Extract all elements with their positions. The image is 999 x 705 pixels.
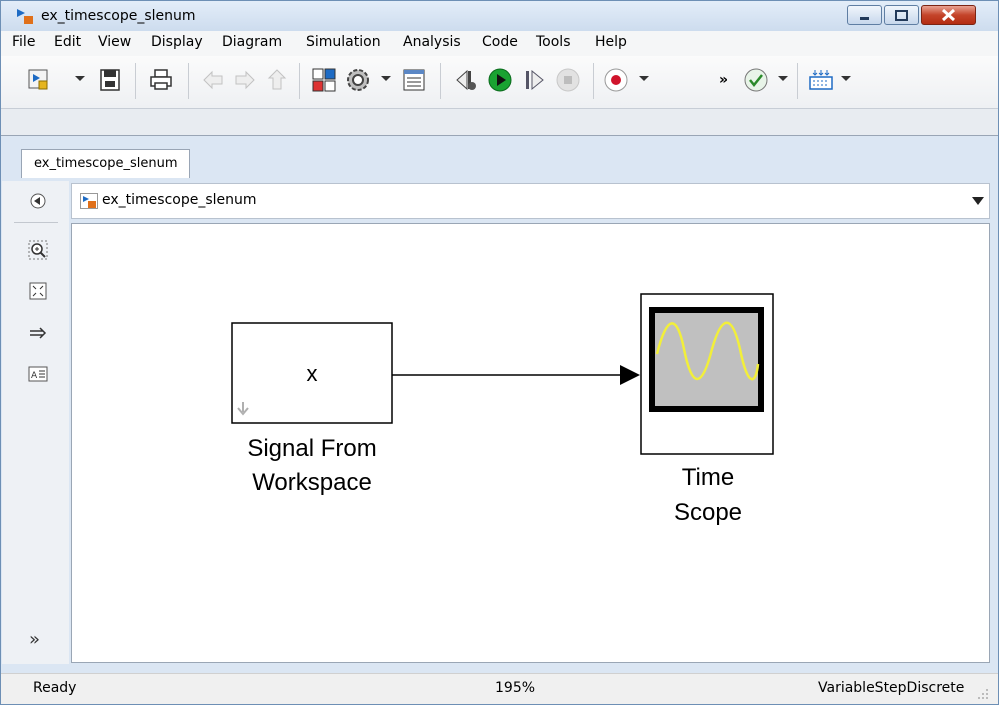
new-model-icon[interactable]	[26, 67, 52, 93]
more-icon[interactable]: »	[719, 72, 728, 88]
settings-gear-icon[interactable]	[345, 67, 371, 93]
svg-text:A: A	[31, 371, 38, 381]
menu-help[interactable]: Help	[595, 34, 627, 50]
menu-edit[interactable]: Edit	[54, 34, 81, 50]
hide-browser-icon[interactable]	[28, 191, 48, 211]
resize-grip-icon[interactable]	[977, 688, 989, 700]
check-dropdown[interactable]	[778, 76, 788, 81]
maximize-button[interactable]	[884, 5, 919, 25]
arrow-icon[interactable]	[28, 323, 48, 343]
menu-file[interactable]: File	[12, 34, 35, 50]
maximize-icon	[895, 10, 908, 21]
record-dropdown[interactable]	[639, 76, 649, 81]
tab-strip	[1, 109, 998, 136]
signal-table-icon[interactable]	[808, 67, 834, 93]
stop-icon[interactable]	[555, 67, 581, 93]
window-title: ex_timescope_slenum	[41, 8, 196, 24]
minimize-icon	[860, 17, 869, 20]
menu-diagram[interactable]: Diagram	[222, 34, 282, 50]
block-label-line2: Scope	[674, 499, 742, 526]
record-icon[interactable]	[603, 67, 629, 93]
run-icon[interactable]	[487, 67, 513, 93]
close-icon	[941, 8, 956, 22]
menu-simulation[interactable]: Simulation	[306, 34, 381, 50]
model-explorer-icon[interactable]	[401, 67, 427, 93]
title-bar: ex_timescope_slenum	[1, 1, 998, 31]
annotation-icon[interactable]: A	[28, 364, 48, 384]
signal-arrowhead	[620, 365, 640, 385]
chevron-down-icon[interactable]	[972, 197, 984, 205]
print-icon[interactable]	[148, 67, 174, 93]
check-icon[interactable]	[743, 67, 769, 93]
close-button[interactable]	[921, 5, 976, 25]
settings-dropdown[interactable]	[381, 76, 391, 81]
block-content: x	[307, 361, 318, 386]
time-scope-block[interactable]	[640, 293, 774, 455]
toolbar-separator	[593, 63, 594, 99]
toolbar-separator	[299, 63, 300, 99]
block-diagram: x Signal From Workspace Time Scope	[231, 293, 774, 526]
side-palette: A »	[2, 181, 69, 664]
new-model-dropdown[interactable]	[75, 76, 85, 81]
expand-icon[interactable]: »	[29, 629, 40, 650]
library-browser-icon[interactable]	[311, 67, 337, 93]
palette-divider	[14, 222, 58, 223]
zoom-level: 195%	[495, 680, 536, 696]
toolbar-separator	[188, 63, 189, 99]
menu-code[interactable]: Code	[482, 34, 518, 50]
signal-from-workspace-block[interactable]: x	[231, 322, 393, 424]
step-forward-icon[interactable]	[521, 67, 547, 93]
tab-model[interactable]: ex_timescope_slenum	[21, 149, 191, 178]
menu-tools[interactable]: Tools	[536, 34, 571, 50]
menu-analysis[interactable]: Analysis	[403, 34, 461, 50]
save-icon[interactable]	[97, 67, 123, 93]
menu-view[interactable]: View	[98, 34, 131, 50]
block-label-line1: Signal From	[247, 435, 376, 462]
toolbar-separator	[135, 63, 136, 99]
menu-display[interactable]: Display	[151, 34, 203, 50]
model-canvas[interactable]: x Signal From Workspace Time Scope	[71, 223, 990, 663]
fit-view-icon[interactable]	[28, 281, 48, 301]
forward-icon[interactable]	[232, 67, 258, 93]
status-bar: Ready 195% VariableStepDiscrete	[1, 673, 998, 704]
up-icon[interactable]	[264, 67, 290, 93]
address-path: ex_timescope_slenum	[102, 192, 257, 208]
minimize-button[interactable]	[847, 5, 882, 25]
back-icon[interactable]	[200, 67, 226, 93]
simulink-window: ex_timescope_slenum File Edit View Displ…	[0, 0, 999, 705]
toolbar-separator	[797, 63, 798, 99]
model-icon	[17, 9, 33, 24]
signal-table-dropdown[interactable]	[841, 76, 851, 81]
solver-name: VariableStepDiscrete	[818, 680, 965, 696]
zoom-icon[interactable]	[28, 240, 48, 260]
step-back-icon[interactable]	[453, 67, 479, 93]
address-bar[interactable]: ex_timescope_slenum	[71, 183, 990, 219]
status-state: Ready	[33, 680, 77, 696]
block-label-line1: Time	[682, 464, 734, 491]
model-icon	[80, 193, 98, 209]
block-label-line2: Workspace	[252, 469, 372, 496]
toolbar-separator	[440, 63, 441, 99]
